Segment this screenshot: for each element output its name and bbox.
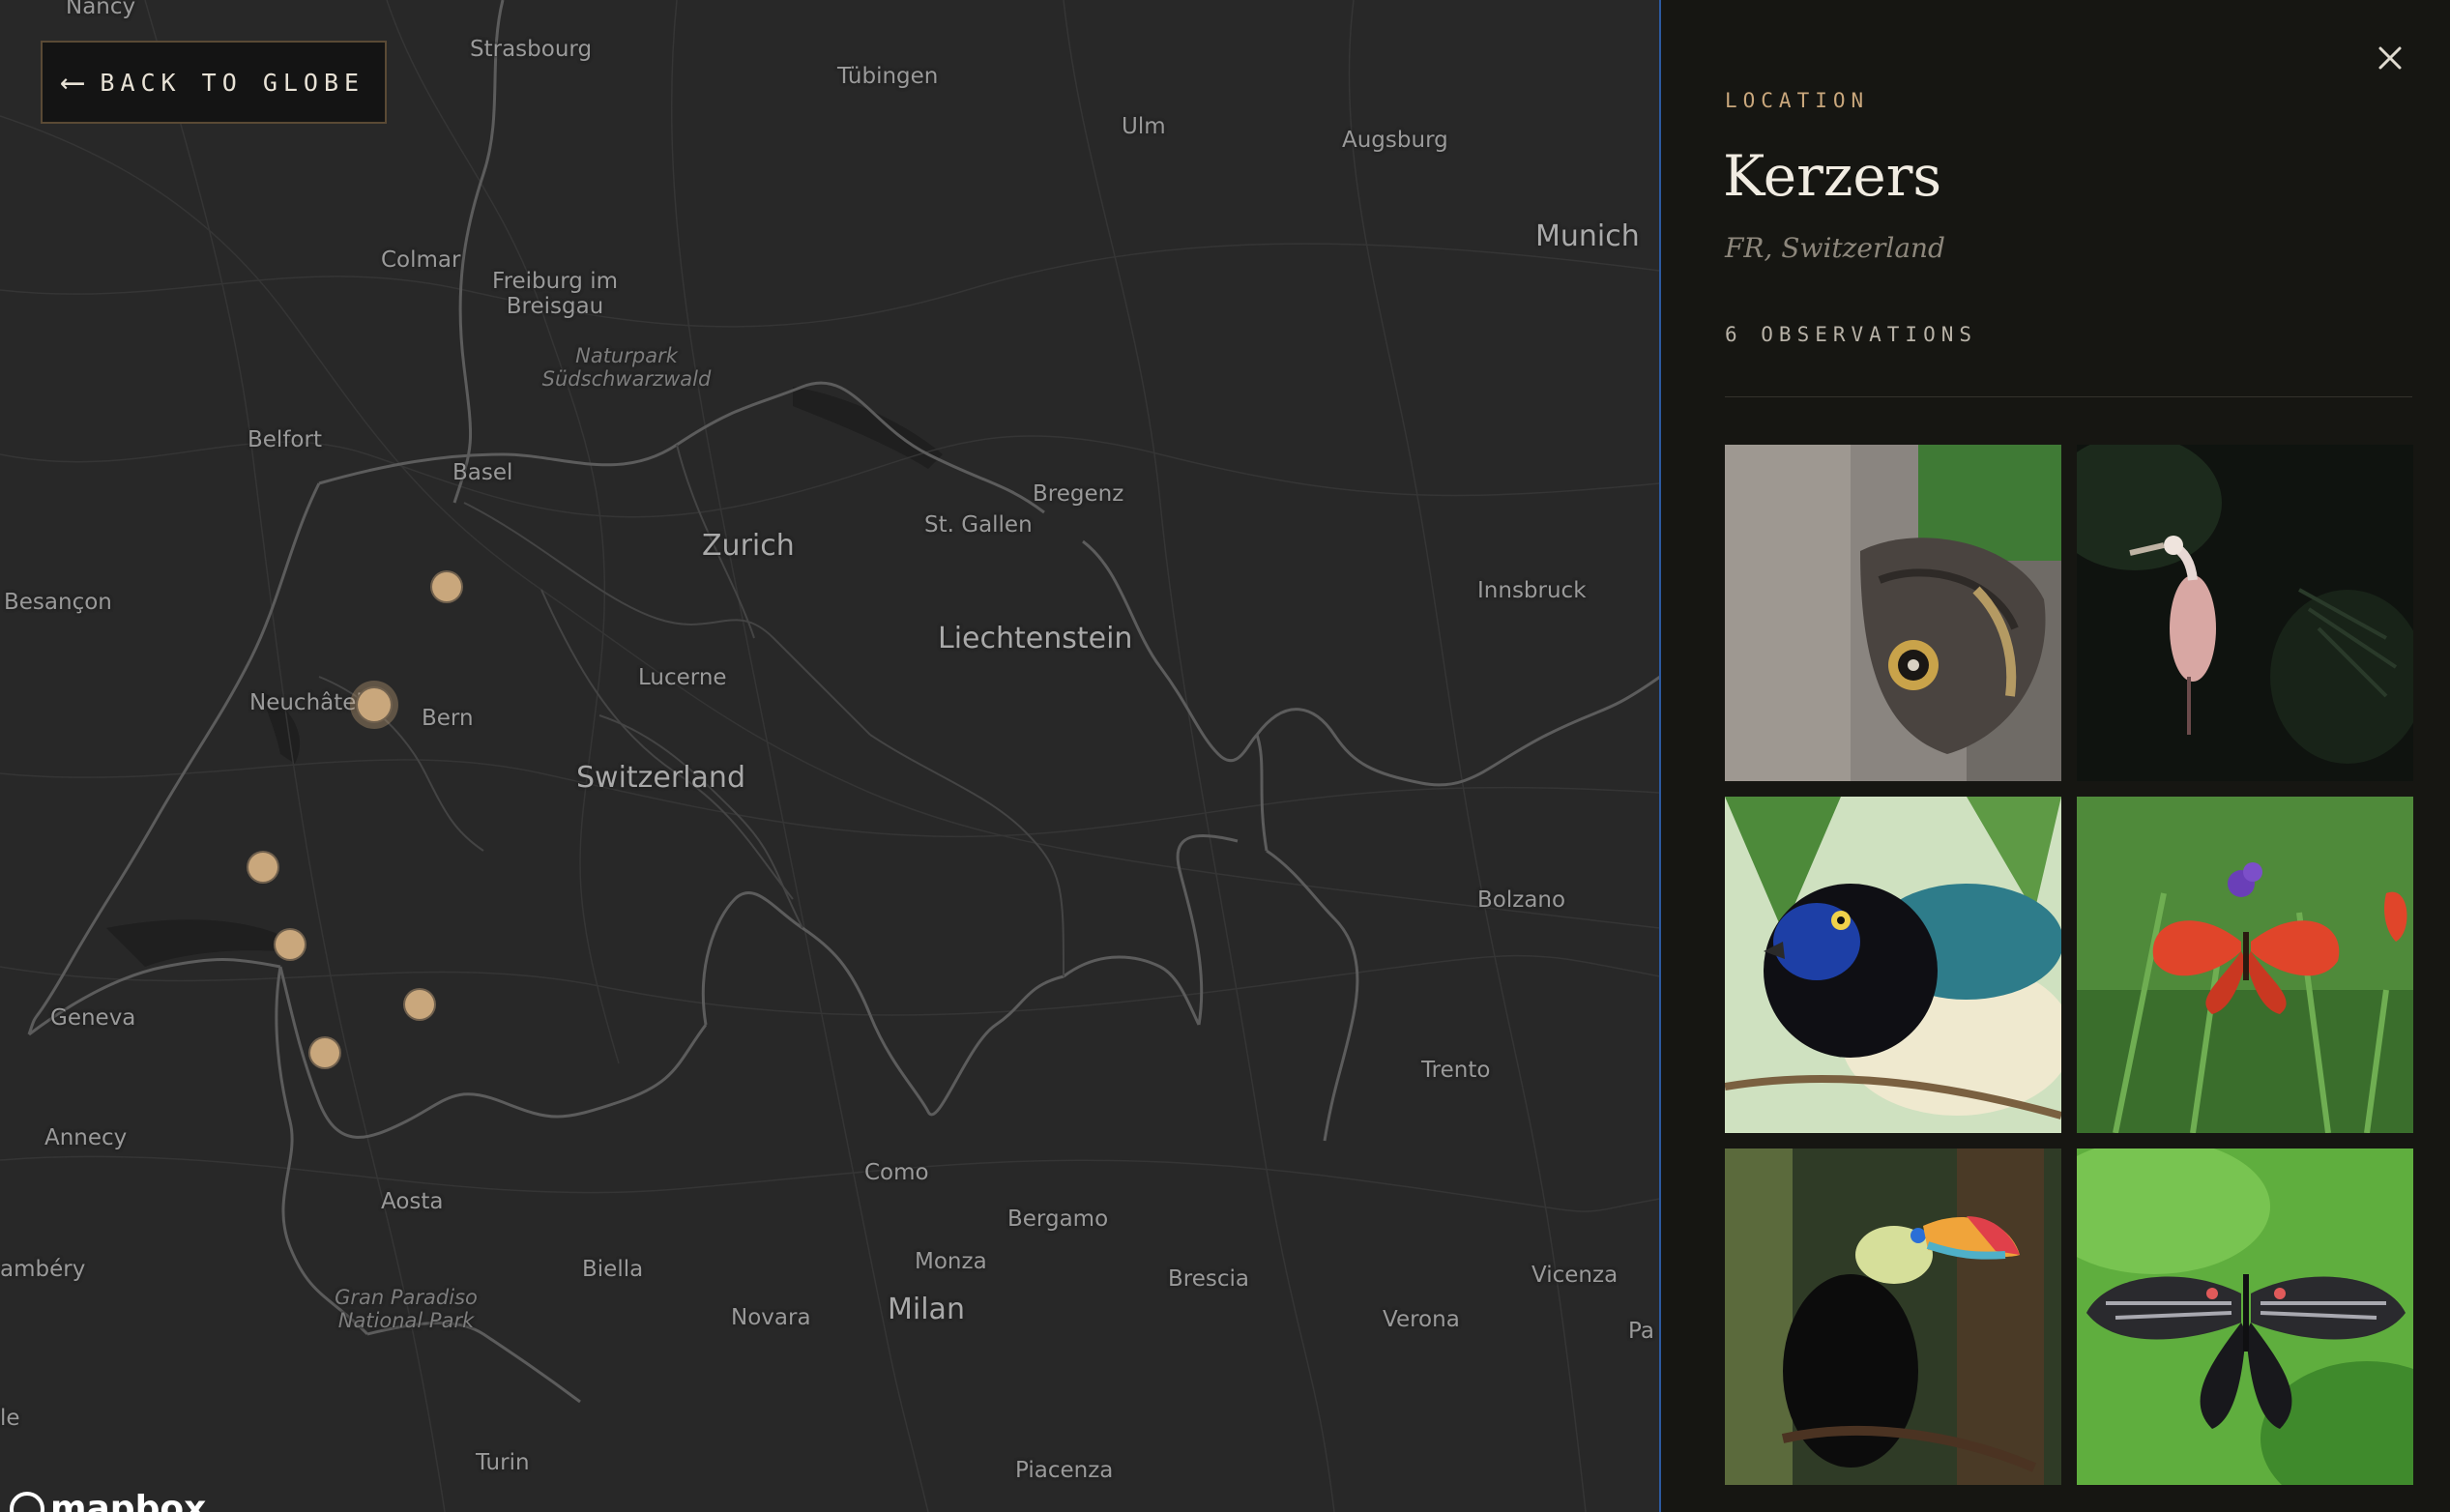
close-button[interactable] [2371,39,2409,77]
place-label: Novara [731,1305,811,1330]
place-label: Ulm [1122,114,1166,139]
observation-marker[interactable] [403,988,436,1021]
place-label: Zurich [702,529,795,563]
park-label: Gran Paradiso National Park [335,1286,478,1333]
photo-grid [1725,445,2413,1485]
place-label: le [0,1406,20,1431]
back-to-globe-label: BACK TO GLOBE [100,68,365,97]
spoonbill-photo [2077,445,2413,781]
photo-thumbnail[interactable] [1725,1149,2061,1485]
place-label: Bern [422,706,474,731]
park-label: Naturpark Südschwarzwald [541,344,712,392]
place-label: Milan [888,1293,965,1326]
place-label: Lucerne [638,665,727,690]
place-label: Como [864,1160,929,1185]
place-label: Augsburg [1342,128,1448,153]
place-label: Bergamo [1007,1207,1109,1232]
observation-marker[interactable] [247,851,279,884]
mapbox-logo-icon [10,1491,44,1512]
place-label: Trento [1421,1058,1491,1083]
place-label: Nancy [66,0,136,19]
place-label: Colmar [381,247,461,273]
place-label: Liechtenstein [938,622,1133,655]
observation-count: 6 OBSERVATIONS [1725,323,1978,346]
place-label: Annecy [44,1125,128,1150]
place-label: St. Gallen [924,512,1033,538]
photo-thumbnail[interactable] [1725,797,2061,1133]
owl-butterfly-photo [1725,445,2061,781]
place-label: Bregenz [1033,481,1124,507]
arrow-left-icon: ⟵ [62,63,83,102]
observation-marker[interactable] [308,1036,341,1069]
location-panel: LOCATION Kerzers FR, Switzerland 6 OBSER… [1661,0,2450,1512]
observation-marker[interactable] [274,928,306,961]
close-icon [2378,46,2402,70]
blue-bird-photo [1725,797,2061,1133]
place-label: Aosta [381,1189,444,1214]
toucan-photo [1725,1149,2061,1485]
photo-thumbnail[interactable] [2077,445,2413,781]
place-label: Vicenza [1531,1263,1619,1288]
photo-thumbnail[interactable] [1725,445,2061,781]
place-label: Verona [1383,1307,1460,1332]
observation-marker-selected[interactable] [356,686,393,723]
place-label: Bolzano [1477,887,1566,913]
place-label: Basel [452,460,513,485]
map-view[interactable]: Nancy Strasbourg Tübingen Ulm Augsburg M… [0,0,1660,1512]
place-label: Neuchâtel [249,690,363,715]
map-canvas [0,0,1660,1512]
place-label: Turin [476,1450,530,1475]
location-title: Kerzers [1723,143,1942,209]
mapbox-attribution[interactable]: mapbox [10,1489,206,1512]
place-label: Munich [1535,219,1640,253]
place-label: Belfort [248,427,322,452]
photo-thumbnail[interactable] [2077,1149,2413,1485]
orange-butterfly-photo [2077,797,2413,1133]
place-label: ambéry [0,1257,86,1282]
swallowtail-photo [2077,1149,2413,1485]
place-label: Geneva [50,1005,136,1031]
back-to-globe-button[interactable]: ⟵ BACK TO GLOBE [41,41,387,124]
place-label: Pa [1628,1319,1654,1344]
place-label: Brescia [1168,1266,1249,1292]
photo-thumbnail[interactable] [2077,797,2413,1133]
place-label: Monza [915,1249,987,1274]
panel-section-label: LOCATION [1725,89,1870,112]
place-label: Innsbruck [1477,578,1587,603]
observation-marker[interactable] [430,570,463,603]
divider [1725,396,2412,397]
attribution-label: mapbox [50,1489,207,1512]
place-label: Piacenza [1015,1458,1114,1483]
place-label: Switzerland [576,761,745,795]
place-label: Freiburg im Breisgau [492,269,618,320]
location-subtitle: FR, Switzerland [1725,232,1945,264]
place-label: Tübingen [837,64,939,89]
place-label: Biella [582,1257,644,1282]
place-label: Strasbourg [470,37,593,62]
place-label: Besançon [4,590,112,615]
